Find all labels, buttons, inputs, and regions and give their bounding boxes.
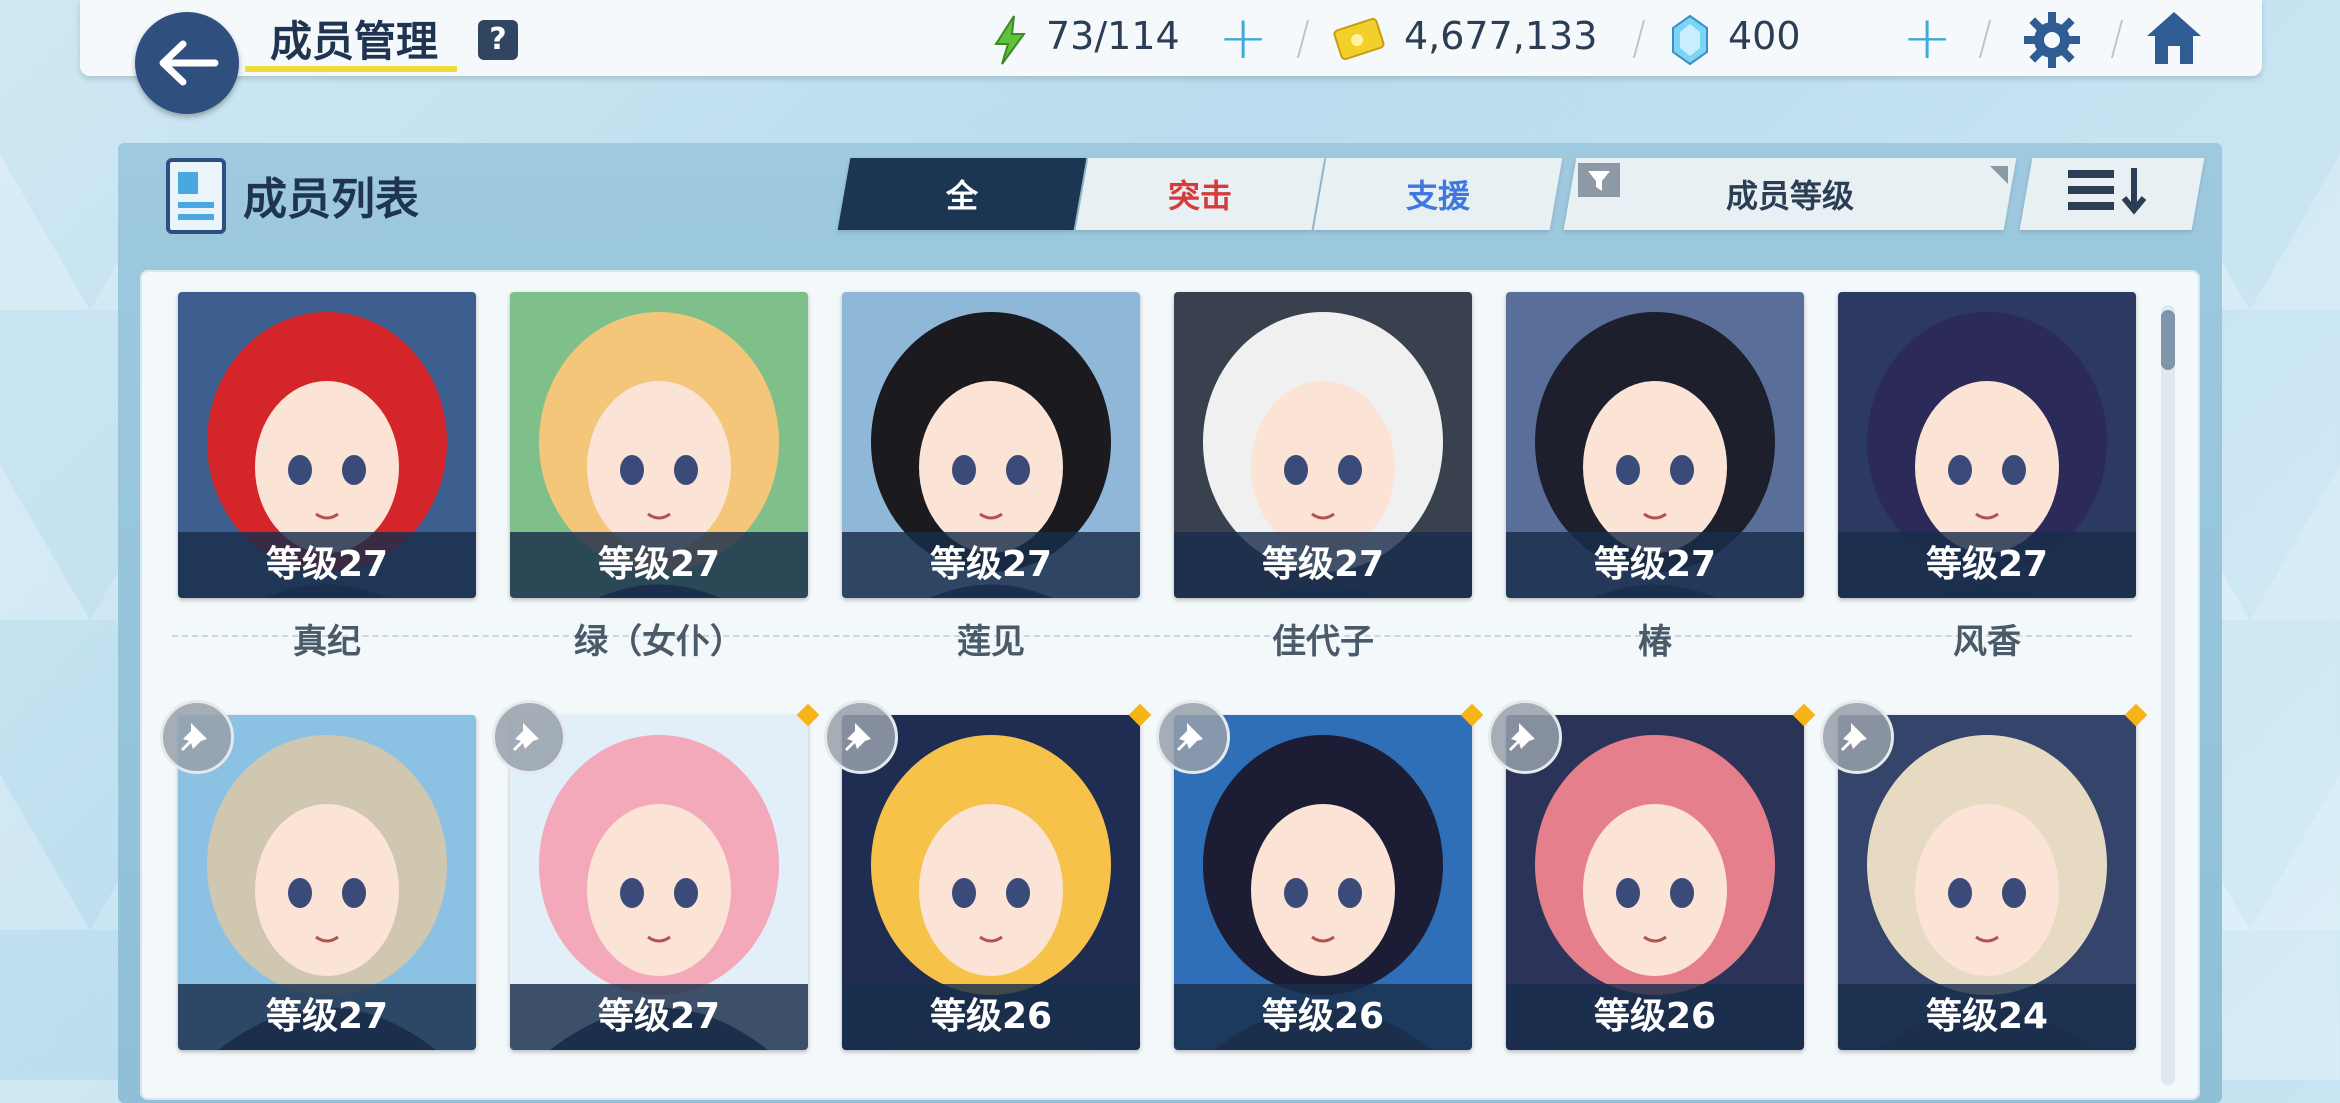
member-card[interactable]: 等级27 [178, 292, 476, 598]
add-gems-button[interactable]: + [1902, 8, 1952, 68]
ap-counter: 73/114 [1046, 14, 1180, 58]
scrollbar-thumb[interactable] [2161, 310, 2175, 370]
add-ap-button[interactable]: + [1218, 8, 1268, 68]
pin-button[interactable] [1488, 700, 1562, 774]
pin-button[interactable] [1156, 700, 1230, 774]
dropdown-corner-icon [1990, 166, 2008, 184]
panel-title: 成员列表 [243, 174, 419, 225]
member-name: 椿 [1638, 622, 1672, 662]
tab-all[interactable]: 全 [837, 158, 1087, 230]
gem-icon [1672, 14, 1708, 66]
back-button[interactable] [135, 12, 239, 114]
help-button[interactable]: ? [478, 20, 518, 60]
home-icon[interactable] [2143, 8, 2205, 68]
member-level: 等级27 [1174, 532, 1472, 598]
pin-button[interactable] [160, 700, 234, 774]
tab-all-label: 全 [945, 177, 978, 215]
pin-icon [181, 723, 207, 751]
filter-icon [1578, 163, 1620, 197]
member-card[interactable]: 等级27 [1506, 292, 1804, 598]
tab-special-label: 支援 [1405, 177, 1470, 215]
member-name: 绿（女仆） [574, 622, 744, 662]
member-name: 佳代子 [1272, 622, 1374, 662]
member-card[interactable]: 等级27 [510, 715, 808, 1050]
member-name: 莲见 [957, 622, 1025, 662]
sort-dropdown[interactable]: 成员等级 [1563, 158, 2017, 230]
member-level: 等级26 [1174, 984, 1472, 1050]
member-level: 等级27 [1838, 532, 2136, 598]
pin-icon [845, 723, 871, 751]
pin-button[interactable] [824, 700, 898, 774]
member-level: 等级27 [510, 984, 808, 1050]
gems-counter: 400 [1728, 14, 1801, 58]
member-level: 等级24 [1838, 984, 2136, 1050]
member-card[interactable]: 等级26 [1506, 715, 1804, 1050]
credit-card-icon [1333, 18, 1385, 61]
scrollbar-track[interactable] [2161, 305, 2175, 1085]
member-card[interactable]: 等级26 [1174, 715, 1472, 1050]
member-name: 风香 [1953, 622, 2021, 662]
tab-special[interactable]: 支援 [1313, 158, 1563, 230]
arrow-left-icon [159, 40, 219, 86]
member-level: 等级26 [1506, 984, 1804, 1050]
gear-icon[interactable] [2022, 10, 2082, 70]
member-card[interactable]: 等级26 [842, 715, 1140, 1050]
sort-descending-icon [2068, 168, 2147, 215]
sort-order-button[interactable] [2019, 158, 2205, 230]
pin-button[interactable] [1820, 700, 1894, 774]
member-card[interactable]: 等级27 [1174, 292, 1472, 598]
lightning-icon [994, 15, 1026, 65]
member-level: 等级26 [842, 984, 1140, 1050]
member-card[interactable]: 等级27 [1838, 292, 2136, 598]
member-level: 等级27 [1506, 532, 1804, 598]
member-name: 真纪 [293, 622, 361, 662]
pin-button[interactable] [492, 700, 566, 774]
member-level: 等级27 [178, 532, 476, 598]
pin-icon [1177, 723, 1203, 751]
credits-counter: 4,677,133 [1404, 14, 1598, 58]
member-level: 等级27 [842, 532, 1140, 598]
pin-icon [1509, 723, 1535, 751]
id-card-icon [166, 158, 226, 234]
member-level: 等级27 [510, 532, 808, 598]
pin-icon [1841, 723, 1867, 751]
sort-label: 成员等级 [1725, 177, 1854, 215]
page-title: 成员管理 [270, 17, 439, 66]
tab-striker-label: 突击 [1167, 177, 1232, 215]
member-card[interactable]: 等级24 [1838, 715, 2136, 1050]
title-underline [245, 66, 457, 72]
member-card[interactable]: 等级27 [842, 292, 1140, 598]
member-card[interactable]: 等级27 [178, 715, 476, 1050]
member-card[interactable]: 等级27 [510, 292, 808, 598]
member-level: 等级27 [178, 984, 476, 1050]
pin-icon [513, 723, 539, 751]
tab-striker[interactable]: 突击 [1075, 158, 1325, 230]
